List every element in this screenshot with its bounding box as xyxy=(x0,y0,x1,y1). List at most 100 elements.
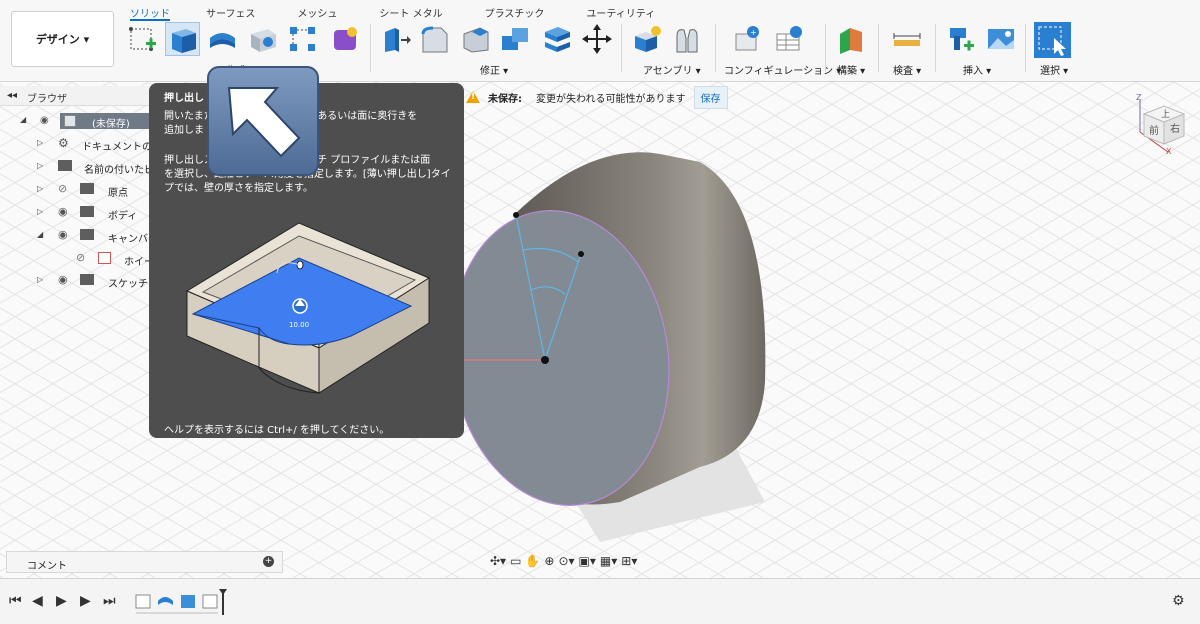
look-at-icon[interactable]: ▭ xyxy=(510,554,521,568)
tree-item-canvases[interactable]: ◢ ◉ キャンバス xyxy=(0,225,158,247)
zoom-window-icon[interactable]: ⊙▾ xyxy=(558,554,574,568)
view-cube-top[interactable]: 上 xyxy=(1161,109,1170,120)
hidden-eye-icon[interactable]: ⊘ xyxy=(76,251,85,264)
collapse-arrow-icon[interactable]: ◢ xyxy=(20,115,26,124)
extrude-icon xyxy=(172,29,196,53)
tree-item-sketches[interactable]: ▷ ◉ スケッチ xyxy=(0,270,150,292)
expand-arrow-icon[interactable]: ▷ xyxy=(37,138,43,147)
sketch-point[interactable] xyxy=(578,251,584,257)
step-forward-icon[interactable]: ▶ xyxy=(80,593,91,609)
comments-panel[interactable]: コメント + xyxy=(6,551,283,573)
combine-icon[interactable] xyxy=(500,24,530,54)
assemble-group-label[interactable]: アセンブリ ▾ xyxy=(643,62,701,77)
tab-plastic[interactable]: プラスチック xyxy=(485,3,545,21)
inspect-group-label[interactable]: 検査 ▾ xyxy=(893,62,921,77)
view-cube[interactable]: 上 前 右 Z X xyxy=(1130,92,1190,156)
chamfer-icon[interactable] xyxy=(460,24,490,54)
tooltip-footer: ヘルプを表示するには Ctrl+/ を押してください。 xyxy=(164,425,390,436)
tree-label: ボディ xyxy=(108,211,138,222)
create-sketch-icon[interactable] xyxy=(128,24,158,54)
go-to-end-icon[interactable]: ⏭ xyxy=(103,593,116,609)
construct-plane-icon[interactable] xyxy=(836,24,866,54)
toolbar-divider xyxy=(935,24,936,72)
insert-derive-icon[interactable] xyxy=(946,24,976,54)
expand-arrow-icon[interactable]: ▷ xyxy=(37,207,43,216)
view-cube-front[interactable]: 前 xyxy=(1149,124,1159,137)
tab-sheet-metal[interactable]: シート メタル xyxy=(379,3,442,21)
tooltip-title: 押し出し ( xyxy=(164,93,213,104)
timeline-sketch-icon[interactable] xyxy=(135,594,151,609)
fillet-icon[interactable] xyxy=(419,24,449,54)
expand-arrow-icon[interactable]: ▷ xyxy=(37,161,43,170)
sketch-center-point[interactable] xyxy=(541,356,549,364)
collapse-arrow-icon[interactable]: ◢ xyxy=(37,230,43,239)
display-settings-icon[interactable]: ▣▾ xyxy=(579,554,596,568)
revolve-icon[interactable] xyxy=(207,24,237,54)
timeline-canvas-icon[interactable] xyxy=(181,595,195,608)
expand-arrow-icon[interactable]: ▷ xyxy=(37,275,43,284)
timeline-settings-gear-icon[interactable]: ⚙ xyxy=(1172,593,1185,609)
select-tool-highlight[interactable] xyxy=(1034,22,1071,58)
hole-icon[interactable] xyxy=(248,24,278,54)
insert-group-label[interactable]: 挿入 ▾ xyxy=(963,62,991,77)
create-form-icon[interactable] xyxy=(330,24,360,54)
press-pull-icon[interactable] xyxy=(381,24,411,54)
tree-item-document-settings[interactable]: ▷ ⚙ ドキュメントの設定 xyxy=(0,133,172,155)
configure-icon[interactable]: + xyxy=(733,24,763,54)
tree-item-bodies[interactable]: ▷ ◉ ボディ xyxy=(0,202,150,224)
offset-face-icon[interactable] xyxy=(542,24,572,54)
extrude-arrow-icon xyxy=(207,66,319,176)
move-icon[interactable] xyxy=(582,24,612,54)
visibility-icon[interactable]: ◉ xyxy=(40,115,49,126)
fusion-app: 上 前 右 Z X デザイン ▾ ソリッド サーフェス メッシュ シート メタル… xyxy=(0,0,1200,624)
grid-settings-icon[interactable]: ▦▾ xyxy=(600,554,617,568)
eye-icon[interactable]: ◉ xyxy=(58,273,68,286)
tab-utility[interactable]: ユーティリティ xyxy=(586,3,655,21)
go-to-start-icon[interactable]: ⏮ xyxy=(9,593,22,609)
construct-group-label[interactable]: 構築 ▾ xyxy=(837,62,865,77)
eye-icon[interactable]: ◉ xyxy=(58,228,68,241)
canvas-image-icon xyxy=(98,252,111,264)
folder-icon xyxy=(80,229,94,240)
tab-surface[interactable]: サーフェス xyxy=(206,3,255,21)
tab-solid[interactable]: ソリッド xyxy=(130,3,170,21)
tab-mesh[interactable]: メッシュ xyxy=(297,3,337,21)
collapse-icon[interactable]: ◂◂ xyxy=(7,90,17,101)
step-back-icon[interactable]: ◀ xyxy=(32,593,43,609)
pattern-icon[interactable] xyxy=(288,24,318,54)
tree-label: 名前の付いたビ xyxy=(84,165,154,176)
tree-root[interactable]: ◢ ◉ (未保存) xyxy=(0,110,158,132)
measure-icon[interactable] xyxy=(892,24,922,54)
zoom-icon[interactable]: ⊕ xyxy=(544,554,554,568)
timeline-revolve-icon[interactable] xyxy=(158,597,173,605)
configure-table-icon[interactable] xyxy=(774,24,804,54)
tree-label: 原点 xyxy=(108,188,128,199)
tree-item-origin[interactable]: ▷ ⊘ 原点 xyxy=(0,179,150,201)
sketch-point[interactable] xyxy=(513,212,519,218)
timeline-sketch-icon[interactable] xyxy=(202,594,218,609)
navigation-bar: ✣▾ ▭ ✋ ⊕ ⊙▾ ▣▾ ▦▾ ⊞▾ xyxy=(490,550,637,572)
tree-item-canvas-wheel[interactable]: ⊘ ホイー xyxy=(0,248,154,270)
add-comment-icon[interactable]: + xyxy=(263,556,274,567)
pan-icon[interactable]: ✋ xyxy=(525,554,540,568)
workspace-switcher[interactable]: デザイン ▾ xyxy=(11,11,114,67)
eye-icon[interactable]: ◉ xyxy=(58,205,68,218)
tree-item-named-views[interactable]: ▷ 名前の付いたビ xyxy=(0,156,154,178)
insert-canvas-icon[interactable] xyxy=(986,24,1016,54)
orbit-icon[interactable]: ✣▾ xyxy=(490,554,506,568)
select-group-label[interactable]: 選択 ▾ xyxy=(1040,62,1068,77)
new-component-icon[interactable] xyxy=(632,24,662,54)
hidden-eye-icon[interactable]: ⊘ xyxy=(58,182,67,195)
extrude-illustration: 10.00 xyxy=(185,222,431,394)
extrude-highlight[interactable] xyxy=(165,22,200,56)
play-icon[interactable]: ▶ xyxy=(56,593,67,609)
toolbar-divider xyxy=(878,24,879,72)
joint-icon[interactable] xyxy=(672,24,702,54)
save-button[interactable]: 保存 xyxy=(693,85,728,109)
expand-arrow-icon[interactable]: ▷ xyxy=(37,184,43,193)
browser-header[interactable]: ◂◂ ブラウザ xyxy=(0,86,150,106)
view-cube-right[interactable]: 右 xyxy=(1170,122,1180,135)
modify-group-label[interactable]: 修正 ▾ xyxy=(480,62,508,77)
viewports-icon[interactable]: ⊞▾ xyxy=(621,554,637,568)
configure-group-label[interactable]: コンフィギュレーション ▾ xyxy=(724,62,841,77)
